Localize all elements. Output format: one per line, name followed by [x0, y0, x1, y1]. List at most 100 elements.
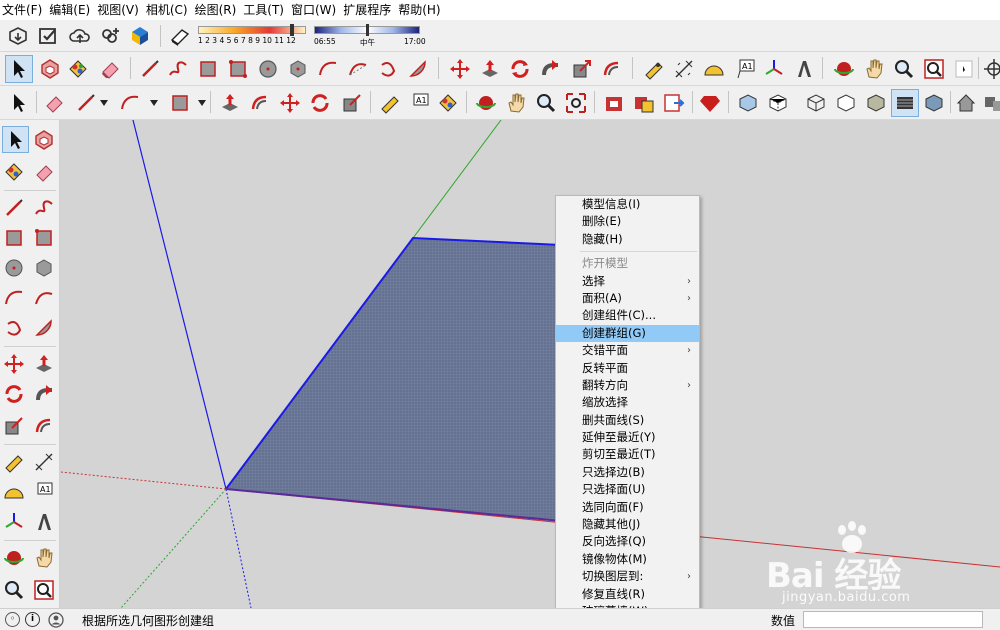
- three-point-arc-icon[interactable]: [2, 316, 26, 340]
- menu-item[interactable]: 视图(V): [95, 0, 144, 20]
- eraser-icon[interactable]: [98, 57, 122, 81]
- context-menu-item[interactable]: 隐藏(H): [556, 231, 699, 248]
- rotate-icon[interactable]: [508, 57, 532, 81]
- scale-icon[interactable]: [2, 414, 26, 438]
- follow-me-icon[interactable]: [538, 57, 562, 81]
- context-menu-item[interactable]: 交错平面 ›: [556, 342, 699, 359]
- push-pull-icon[interactable]: [478, 57, 502, 81]
- context-menu-item[interactable]: 只选择面(U): [556, 481, 699, 498]
- context-menu-item[interactable]: 删除(E): [556, 213, 699, 230]
- text-icon[interactable]: A1: [408, 91, 432, 115]
- menu-item[interactable]: 文件(F): [0, 0, 47, 20]
- link-add-icon[interactable]: [98, 24, 122, 48]
- make-component-icon[interactable]: [38, 57, 62, 81]
- context-menu-item[interactable]: 选择 ›: [556, 273, 699, 290]
- rotate-icon[interactable]: [2, 382, 26, 406]
- axes-icon[interactable]: [2, 510, 26, 534]
- polygon-icon[interactable]: [32, 256, 56, 280]
- 3d-text-icon[interactable]: [792, 57, 816, 81]
- chevron-down-icon[interactable]: [100, 100, 108, 106]
- dimension-icon[interactable]: [32, 450, 56, 474]
- monochrome-style-icon[interactable]: [922, 91, 946, 115]
- rotated-rectangle-icon[interactable]: [32, 226, 56, 250]
- home-view-icon[interactable]: [954, 91, 978, 115]
- eraser-icon[interactable]: [42, 91, 66, 115]
- make-component-icon[interactable]: [32, 128, 56, 152]
- protractor-icon[interactable]: [702, 57, 726, 81]
- zoom-icon[interactable]: [2, 578, 26, 602]
- two-point-arc-icon[interactable]: [346, 57, 370, 81]
- arc-icon[interactable]: [118, 91, 142, 115]
- pie-icon[interactable]: [406, 57, 430, 81]
- rectangle-icon[interactable]: [196, 57, 220, 81]
- scale-icon[interactable]: [340, 91, 364, 115]
- menu-item[interactable]: 扩展程序: [341, 0, 396, 20]
- follow-me-icon[interactable]: [32, 382, 56, 406]
- context-menu-item[interactable]: 选同向面(F): [556, 499, 699, 516]
- share-model-icon[interactable]: [662, 91, 686, 115]
- protractor-icon[interactable]: [2, 480, 26, 504]
- menu-item[interactable]: 相机(C): [144, 0, 193, 20]
- context-menu-item[interactable]: 反转平面: [556, 360, 699, 377]
- orbit-icon[interactable]: [2, 546, 26, 570]
- rectangle-icon[interactable]: [2, 226, 26, 250]
- zoom-icon[interactable]: [534, 91, 558, 115]
- context-menu-item[interactable]: 延伸至最近(Y): [556, 429, 699, 446]
- circle-icon[interactable]: [2, 256, 26, 280]
- iso-view-icon[interactable]: [982, 91, 1000, 115]
- menu-item[interactable]: 窗口(W): [289, 0, 341, 20]
- zoom-window-icon[interactable]: [32, 578, 56, 602]
- shadows-toggle-icon[interactable]: [168, 24, 192, 48]
- menu-item[interactable]: 编辑(E): [47, 0, 95, 20]
- model-download-icon[interactable]: [6, 24, 30, 48]
- context-menu-item[interactable]: 反向选择(Q): [556, 533, 699, 550]
- measurements-input[interactable]: [803, 611, 983, 628]
- context-menu-item[interactable]: 创建组件(C)...: [556, 307, 699, 324]
- context-menu-item[interactable]: 模型信息(I): [556, 196, 699, 213]
- context-menu-item[interactable]: 镜像物体(M): [556, 551, 699, 568]
- back-edges-style-icon[interactable]: [766, 91, 790, 115]
- extension-ruby-icon[interactable]: [698, 91, 722, 115]
- 3d-warehouse-icon[interactable]: [602, 91, 626, 115]
- shaded-style-icon[interactable]: [864, 91, 888, 115]
- freehand-icon[interactable]: [166, 57, 190, 81]
- tape-measure-icon[interactable]: [642, 57, 666, 81]
- axes-icon[interactable]: [762, 57, 786, 81]
- scale-icon[interactable]: [570, 57, 594, 81]
- push-pull-icon[interactable]: [218, 91, 242, 115]
- zoom-extents-icon[interactable]: [564, 91, 588, 115]
- shaded-textures-style-icon[interactable]: [893, 91, 917, 115]
- context-menu-item[interactable]: 只选择边(B): [556, 464, 699, 481]
- menu-item[interactable]: 工具(T): [241, 0, 289, 20]
- move-icon[interactable]: [448, 57, 472, 81]
- select-arrow-icon[interactable]: [4, 128, 28, 152]
- rotate-icon[interactable]: [308, 91, 332, 115]
- tape-measure-icon[interactable]: [2, 450, 26, 474]
- offset-icon[interactable]: [600, 57, 624, 81]
- chevron-down-icon[interactable]: [150, 100, 158, 106]
- chevron-down-icon[interactable]: [198, 100, 206, 106]
- three-point-arc-icon[interactable]: [376, 57, 400, 81]
- context-menu-item[interactable]: 创建群组(G): [556, 324, 699, 343]
- pan-hand-icon[interactable]: [504, 91, 528, 115]
- move-icon[interactable]: [2, 352, 26, 376]
- menu-item[interactable]: 绘图(R): [193, 0, 242, 20]
- zoom-window-icon[interactable]: [922, 57, 946, 81]
- polygon-icon[interactable]: [286, 57, 310, 81]
- zoom-icon[interactable]: [892, 57, 916, 81]
- pan-hand-icon[interactable]: [32, 546, 56, 570]
- paint-bucket-icon[interactable]: [66, 57, 90, 81]
- context-menu-item[interactable]: 面积(A) ›: [556, 290, 699, 307]
- position-camera-icon[interactable]: [982, 57, 1000, 81]
- rectangle-icon[interactable]: [168, 91, 192, 115]
- context-menu-item[interactable]: 缩放选择: [556, 394, 699, 411]
- cloud-upload-icon[interactable]: [68, 24, 92, 48]
- select-arrow-icon[interactable]: [7, 57, 31, 81]
- context-menu-item[interactable]: 删共面线(S): [556, 412, 699, 429]
- eraser-icon[interactable]: [32, 160, 56, 184]
- 3d-text-icon[interactable]: [32, 510, 56, 534]
- xray-style-icon[interactable]: [736, 91, 760, 115]
- menu-item[interactable]: 帮助(H): [396, 0, 445, 20]
- user-account-icon[interactable]: [48, 612, 64, 628]
- dimension-icon[interactable]: [672, 57, 696, 81]
